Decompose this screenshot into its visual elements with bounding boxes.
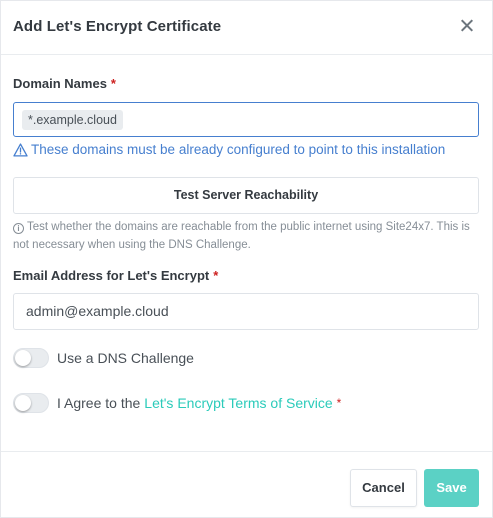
domain-names-label: Domain Names * (13, 76, 116, 91)
close-icon[interactable] (460, 19, 474, 33)
email-label: Email Address for Let's Encrypt * (13, 268, 218, 283)
required-mark: * (336, 396, 342, 410)
email-label-text: Email Address for Let's Encrypt (13, 268, 210, 283)
reachability-help-text: Test whether the domains are reachable f… (13, 221, 470, 251)
domain-tag[interactable]: *.example.cloud (22, 110, 123, 130)
certificate-modal: Add Let's Encrypt Certificate Domain Nam… (0, 0, 493, 518)
dns-challenge-label: Use a DNS Challenge (57, 350, 194, 366)
domain-names-input[interactable]: *.example.cloud (13, 102, 479, 137)
domain-warning: These domains must be already configured… (13, 142, 445, 157)
toggle-knob (15, 395, 31, 411)
dns-challenge-toggle[interactable] (13, 348, 49, 368)
modal-footer: Cancel Save (1, 451, 492, 518)
agree-terms-prefix: I Agree to the (57, 395, 141, 411)
agree-terms-row: I Agree to the Let's Encrypt Terms of Se… (13, 393, 341, 413)
required-mark: * (213, 268, 219, 283)
reachability-help: i Test whether the domains are reachable … (13, 218, 483, 254)
dns-challenge-row: Use a DNS Challenge (13, 348, 194, 368)
domain-names-label-text: Domain Names (13, 76, 107, 91)
domain-warning-text: These domains must be already configured… (31, 142, 446, 157)
toggle-knob (15, 350, 31, 366)
email-field[interactable]: admin@example.cloud (13, 293, 479, 330)
warning-triangle-icon (13, 142, 28, 157)
cancel-button[interactable]: Cancel (350, 469, 417, 507)
modal-header: Add Let's Encrypt Certificate (1, 1, 492, 55)
required-mark: * (110, 76, 116, 91)
info-circle-icon: i (13, 223, 24, 234)
terms-of-service-link[interactable]: Let's Encrypt Terms of Service (144, 395, 332, 411)
modal-title: Add Let's Encrypt Certificate (13, 18, 222, 35)
test-reachability-button[interactable]: Test Server Reachability (13, 177, 479, 214)
agree-terms-toggle[interactable] (13, 393, 49, 413)
save-button[interactable]: Save (424, 469, 479, 507)
